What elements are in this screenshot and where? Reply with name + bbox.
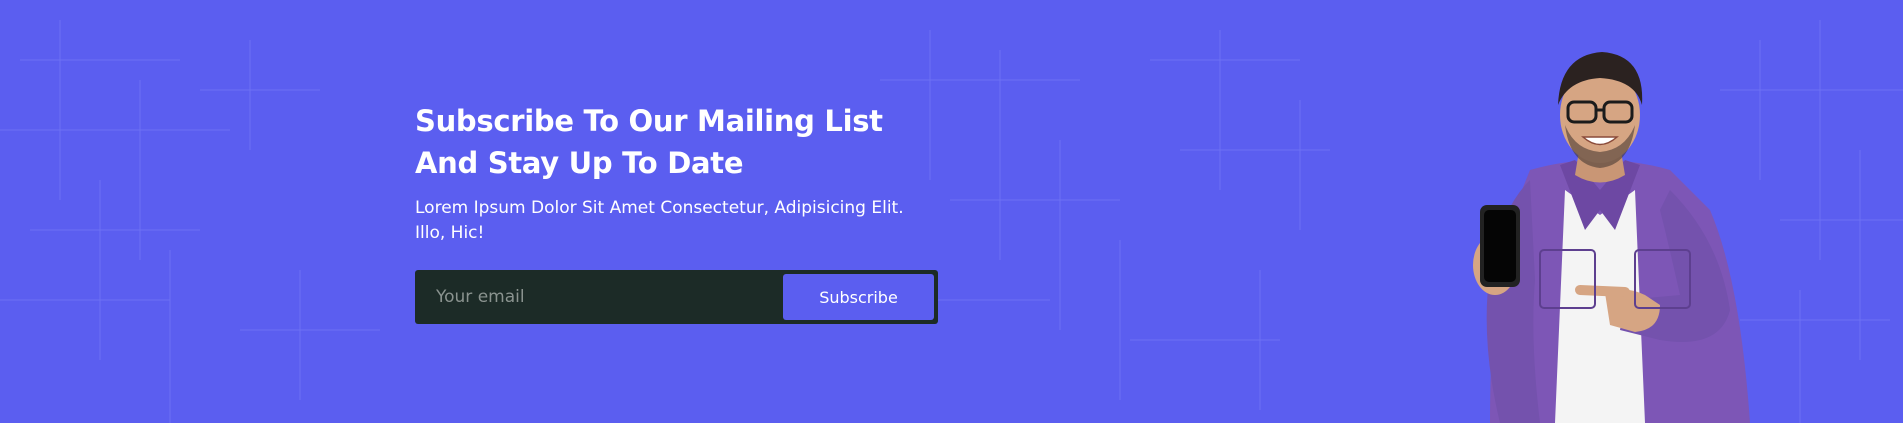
- newsletter-heading: Subscribe To Our Mailing List And Stay U…: [415, 104, 883, 180]
- subscribe-button[interactable]: Subscribe: [783, 274, 934, 320]
- newsletter-content: Subscribe To Our Mailing List And Stay U…: [415, 100, 945, 324]
- newsletter-banner: Subscribe To Our Mailing List And Stay U…: [0, 0, 1903, 423]
- newsletter-description: Lorem Ipsum Dolor Sit Amet Consectetur, …: [415, 198, 904, 243]
- person-holding-phone-illustration: [1473, 52, 1750, 423]
- subscribe-form: Subscribe: [415, 270, 938, 324]
- email-input[interactable]: [415, 270, 775, 324]
